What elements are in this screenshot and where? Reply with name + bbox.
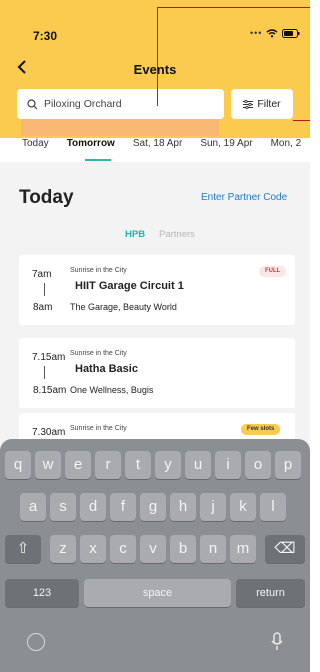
annotation-line-vertical [157, 7, 158, 106]
status-icons: ••• [250, 28, 300, 38]
time-divider [44, 283, 45, 296]
emoji-icon[interactable] [27, 633, 45, 651]
header-bar: 7:30 ••• Events Piloxing Orchard Filter [0, 0, 310, 138]
key-k[interactable]: k [230, 493, 256, 521]
key-y[interactable]: y [155, 451, 181, 479]
key-v[interactable]: v [140, 535, 166, 563]
date-strip: Today Tomorrow Sat, 18 Apr Sun, 19 Apr M… [0, 138, 310, 162]
status-badge: Few slots [241, 424, 281, 435]
event-card[interactable]: 7.15am 8.15am Sunrise in the City Hatha … [19, 338, 295, 408]
key-x[interactable]: x [80, 535, 106, 563]
event-series: Sunrise in the City [70, 425, 127, 432]
key-d[interactable]: d [80, 493, 106, 521]
filter-button[interactable]: Filter [231, 89, 293, 119]
key-t[interactable]: t [125, 451, 151, 479]
keyboard-row-2: a s d f g h j k l [0, 493, 310, 523]
key-c[interactable]: c [110, 535, 136, 563]
section-title: Today [19, 187, 74, 208]
delete-key[interactable]: ⌫ [265, 535, 305, 563]
active-tab-indicator [85, 159, 111, 161]
search-icon [27, 98, 38, 109]
key-h[interactable]: h [170, 493, 196, 521]
microphone-icon[interactable] [271, 632, 283, 652]
key-w[interactable]: w [35, 451, 61, 479]
event-series: Sunrise in the City [70, 350, 127, 357]
key-z[interactable]: z [50, 535, 76, 563]
time-divider [44, 366, 45, 379]
status-badge: FULL [259, 266, 287, 277]
date-tabs: Today Tomorrow Sat, 18 Apr Sun, 19 Apr M… [0, 138, 310, 162]
numbers-key[interactable]: 123 [5, 579, 79, 607]
signal-dots-icon: ••• [250, 28, 263, 38]
event-start-time: 7am [32, 269, 52, 280]
filter-icon [243, 99, 254, 109]
event-card[interactable]: 7am 8am Sunrise in the City HIIT Garage … [19, 255, 295, 325]
key-u[interactable]: u [185, 451, 211, 479]
key-i[interactable]: i [215, 451, 241, 479]
annotation-line-top [157, 7, 310, 8]
key-a[interactable]: a [20, 493, 46, 521]
return-key[interactable]: return [236, 579, 305, 607]
battery-icon [282, 28, 300, 38]
key-p[interactable]: p [275, 451, 301, 479]
event-title: HIIT Garage Circuit 1 [75, 280, 184, 292]
page-title: Events [133, 62, 177, 77]
event-venue: The Garage, Beauty World [70, 302, 177, 312]
tab-today[interactable]: Today [22, 138, 49, 149]
tab-sun-19-apr[interactable]: Sun, 19 Apr [200, 138, 252, 149]
keyboard-row-1: q w e r t y u i o p [0, 451, 310, 481]
shift-key[interactable]: ⇧ [5, 535, 41, 563]
search-value: Piloxing Orchard [44, 98, 122, 110]
tab-sat-18-apr[interactable]: Sat, 18 Apr [133, 138, 182, 149]
annotation-line-right [293, 120, 310, 121]
event-series: Sunrise in the City [70, 267, 127, 274]
filter-label: Filter [257, 98, 281, 110]
space-key[interactable]: space [84, 579, 231, 607]
key-g[interactable]: g [140, 493, 166, 521]
key-e[interactable]: e [65, 451, 91, 479]
key-m[interactable]: m [230, 535, 256, 563]
tab-tomorrow[interactable]: Tomorrow [67, 138, 115, 149]
event-title: Hatha Basic [75, 363, 138, 375]
event-end-time: 8am [33, 302, 53, 313]
key-l[interactable]: l [260, 493, 286, 521]
key-o[interactable]: o [245, 451, 271, 479]
key-q[interactable]: q [5, 451, 31, 479]
key-s[interactable]: s [50, 493, 76, 521]
event-venue: One Wellness, Bugis [70, 385, 154, 395]
enter-partner-code-link[interactable]: Enter Partner Code [201, 192, 287, 203]
key-n[interactable]: n [200, 535, 226, 563]
segment-partners[interactable]: Partners [159, 229, 195, 240]
keyboard-row-4: 123 space return [0, 579, 310, 609]
event-start-time: 7.15am [32, 352, 66, 363]
key-j[interactable]: j [200, 493, 226, 521]
segment-hpb[interactable]: HPB [125, 229, 145, 240]
key-r[interactable]: r [95, 451, 121, 479]
on-screen-keyboard: q w e r t y u i o p a s d f g h j k l ⇧ … [0, 439, 310, 672]
search-input[interactable]: Piloxing Orchard [17, 89, 224, 119]
tab-mon[interactable]: Mon, 2 [271, 138, 302, 149]
key-b[interactable]: b [170, 535, 196, 563]
app-screen: 7:30 ••• Events Piloxing Orchard Filter … [0, 0, 310, 672]
event-end-time: 8.15am [33, 385, 67, 396]
event-start-time: 7.30am [32, 427, 66, 438]
key-f[interactable]: f [110, 493, 136, 521]
status-time: 7:30 [33, 29, 58, 43]
keyboard-row-3: ⇧ z x c v b n m ⌫ [0, 535, 310, 565]
wifi-icon [266, 28, 278, 37]
